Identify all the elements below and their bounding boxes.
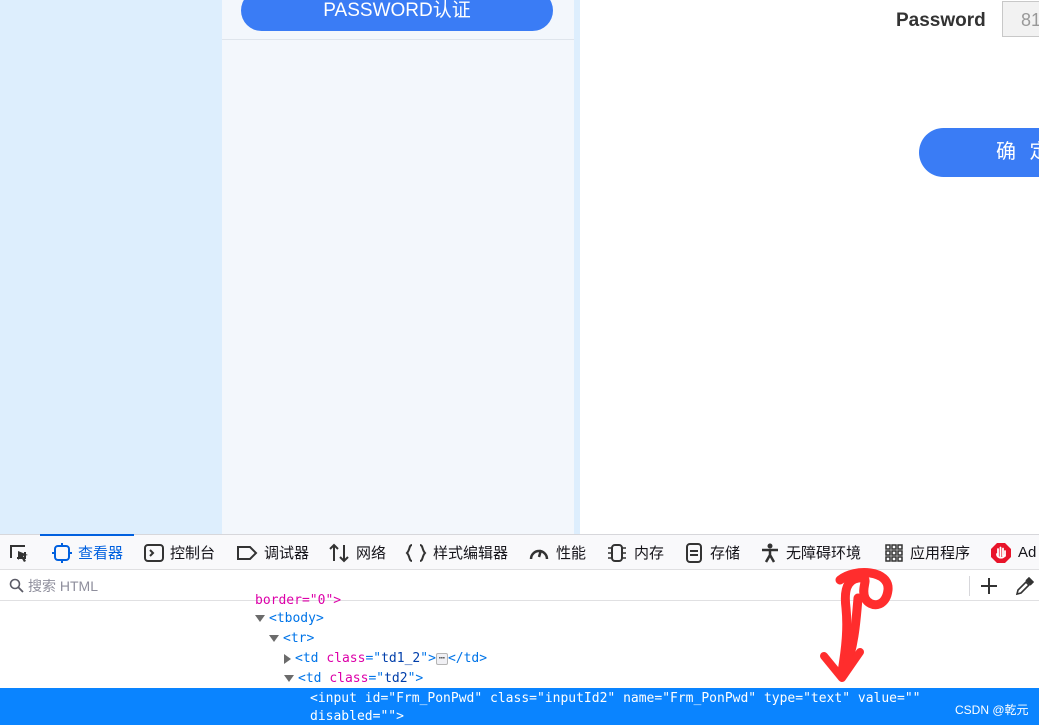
- console-icon: [144, 543, 164, 562]
- confirm-button[interactable]: 确 定: [919, 128, 1039, 177]
- tree-row-tr[interactable]: <tr>: [269, 629, 314, 649]
- tab-application-label: 应用程序: [910, 545, 971, 562]
- tab-storage[interactable]: 存储: [684, 535, 740, 570]
- add-node-icon[interactable]: [980, 577, 998, 595]
- tab-debugger-label: 调试器: [264, 545, 310, 562]
- attr-value: td1_2: [381, 651, 421, 666]
- selected-input-line1: <input id="Frm_PonPwd" class="inputId2" …: [310, 691, 921, 706]
- password-input[interactable]: 81: [1002, 1, 1039, 37]
- attr-value: td2: [384, 671, 408, 686]
- attr-eq: =": [365, 651, 382, 666]
- tree-line-border: border="0">: [255, 593, 342, 608]
- search-separator: [969, 576, 970, 596]
- tab-debugger[interactable]: 调试器: [236, 535, 309, 570]
- watermark: CSDN @乾元: [955, 703, 1029, 717]
- attr-eq: =": [368, 671, 385, 686]
- attr-name: class: [329, 671, 369, 686]
- td-close: ">: [420, 651, 436, 666]
- tab-adblock-label: Ad: [1018, 544, 1037, 561]
- tr-tag: <tr>: [283, 631, 315, 646]
- tree-row-td2[interactable]: <td class="td2">: [284, 669, 423, 689]
- tab-inspector[interactable]: 查看器: [52, 535, 123, 570]
- inspector-icon: [52, 542, 72, 563]
- tab-accessibility[interactable]: 无障碍环境: [760, 535, 861, 570]
- td-end: </td>: [447, 651, 488, 666]
- tab-style-editor[interactable]: 样式编辑器: [405, 535, 508, 570]
- collapsed-ellipsis[interactable]: ⋯: [435, 652, 448, 665]
- grid-icon: [885, 543, 903, 562]
- tab-style-editor-label: 样式编辑器: [433, 545, 509, 562]
- td-open: <td: [298, 671, 330, 686]
- tab-console-label: 控制台: [170, 545, 216, 562]
- network-icon: [329, 543, 349, 562]
- tree-row-td1[interactable]: <td class="td1_2"> ⋯ </td>: [284, 649, 487, 669]
- tbody-tag: <tbody>: [269, 611, 324, 626]
- tab-performance-label: 性能: [556, 545, 587, 562]
- tab-storage-label: 存储: [710, 545, 741, 562]
- collapse-twisty-icon[interactable]: [284, 675, 294, 682]
- selected-input-line2: disabled="">: [310, 709, 404, 724]
- devtools-toolbar: 查看器 控制台 调试器 网络 样式编辑器 性能 内存 存储 无障碍环境 应用程序…: [0, 534, 1039, 570]
- left-panel: [0, 0, 222, 534]
- debugger-icon: [237, 545, 258, 560]
- tab-memory-label: 内存: [634, 545, 665, 562]
- search-icon: [9, 578, 24, 593]
- tab-performance[interactable]: 性能: [528, 535, 586, 570]
- password-auth-button[interactable]: PASSWORD认证: [241, 0, 553, 31]
- tree-row-tbody[interactable]: <tbody>: [255, 609, 324, 629]
- memory-chip-icon: [608, 543, 626, 562]
- tab-network-label: 网络: [356, 545, 387, 562]
- element-picker-icon: [10, 544, 28, 562]
- password-label: Password: [896, 10, 986, 31]
- search-input[interactable]: 搜索 HTML: [28, 576, 98, 596]
- storage-icon: [686, 542, 702, 563]
- braces-icon: [405, 543, 427, 562]
- tab-console[interactable]: 控制台: [144, 535, 215, 570]
- attr-name: class: [326, 651, 366, 666]
- tab-adblock[interactable]: Ad: [990, 535, 1036, 570]
- tab-accessibility-label: 无障碍环境: [786, 545, 862, 562]
- td-close: ">: [407, 671, 424, 686]
- eyedropper-icon[interactable]: [1014, 577, 1034, 597]
- tab-application[interactable]: 应用程序: [884, 535, 970, 570]
- accessibility-icon: [762, 543, 778, 563]
- tab-memory[interactable]: 内存: [606, 535, 664, 570]
- td-open: <td: [295, 651, 327, 666]
- content-area: [580, 0, 1039, 534]
- collapse-twisty-icon[interactable]: [269, 635, 279, 642]
- collapse-twisty-icon[interactable]: [255, 615, 265, 622]
- adblock-icon: [991, 542, 1011, 563]
- expand-twisty-icon[interactable]: [284, 653, 291, 664]
- menu-column: [222, 0, 574, 534]
- tab-network[interactable]: 网络: [328, 535, 386, 570]
- red-arrow-annotation: [820, 568, 893, 682]
- tab-inspector-label: 查看器: [78, 545, 124, 562]
- element-picker-button[interactable]: [9, 535, 37, 570]
- menu-divider: [222, 39, 574, 40]
- tab-inspector-underline: [40, 534, 134, 536]
- gauge-icon: [529, 549, 549, 559]
- selected-tree-row[interactable]: <input id="Frm_PonPwd" class="inputId2" …: [0, 688, 1039, 725]
